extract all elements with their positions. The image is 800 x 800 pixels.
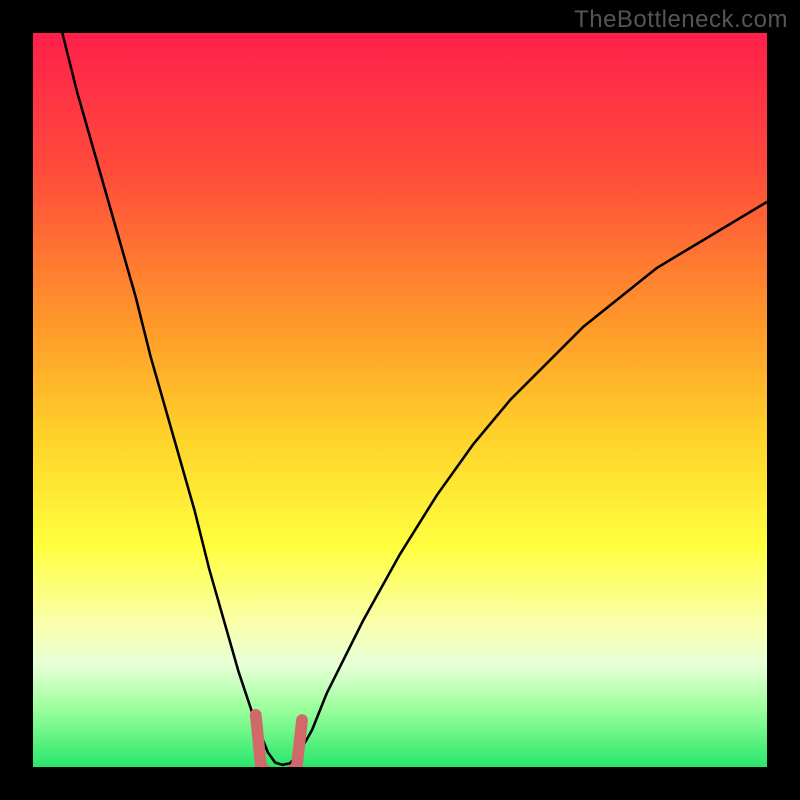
chart-frame (33, 33, 767, 767)
bottleneck-chart (33, 33, 767, 767)
watermark-label: TheBottleneck.com (574, 6, 788, 34)
chart-background (33, 33, 767, 767)
